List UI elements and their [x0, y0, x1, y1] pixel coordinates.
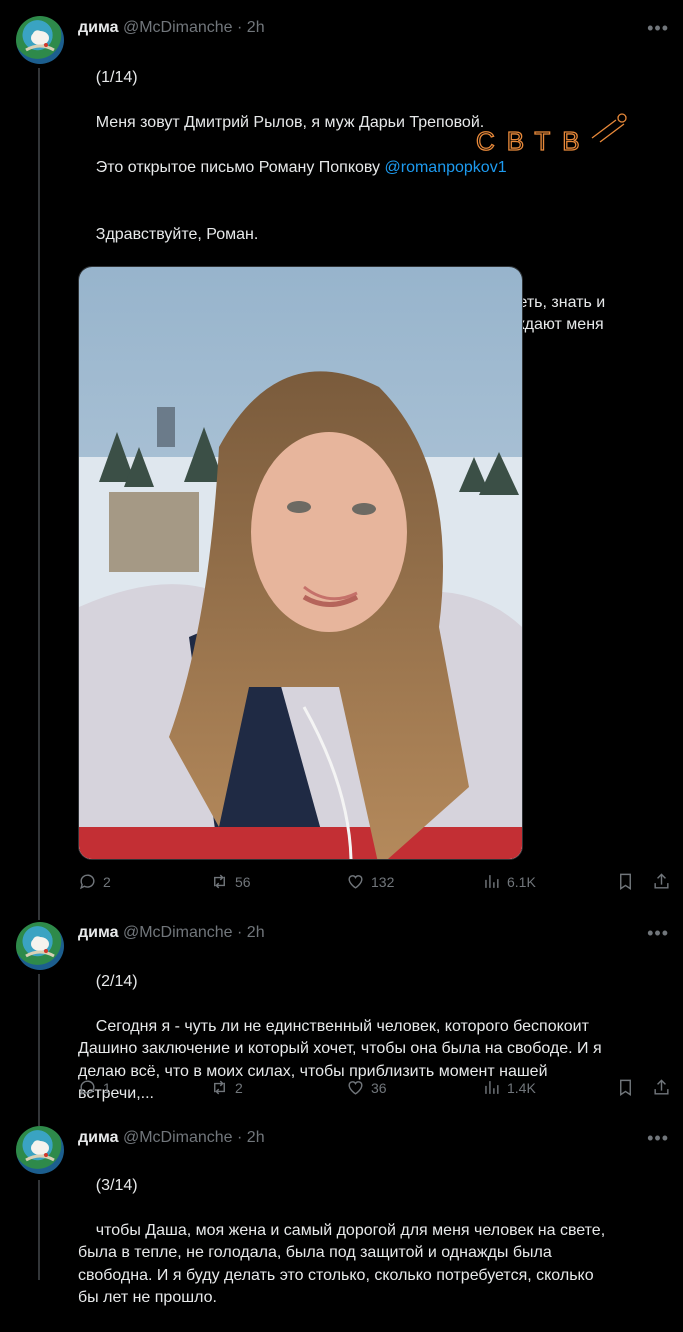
author-name[interactable]: дима	[78, 1129, 119, 1146]
more-options-icon[interactable]: •••	[647, 1128, 669, 1149]
share-button[interactable]	[652, 1078, 671, 1097]
tweet-photo[interactable]	[78, 266, 523, 860]
heart-icon	[348, 1081, 363, 1095]
author-handle[interactable]: @McDimanche	[123, 19, 233, 36]
separator: ·	[232, 1129, 247, 1146]
bookmark-icon	[620, 1079, 631, 1096]
views-icon	[485, 875, 499, 888]
reply-icon	[80, 1080, 95, 1096]
retweet-button[interactable]: 56	[210, 872, 251, 891]
thread-counter: (3/14)	[95, 1176, 138, 1194]
bookmark-button[interactable]	[616, 872, 635, 891]
more-options-icon[interactable]: •••	[647, 18, 669, 39]
views-button[interactable]: 6.1K	[482, 872, 536, 891]
reply-button[interactable]: 2	[78, 872, 111, 891]
retweet-button[interactable]: 2	[210, 1078, 243, 1097]
like-count: 36	[371, 1079, 387, 1096]
mention-link[interactable]: @romanpopkov1	[385, 159, 507, 176]
tweet-actions: 2 56 132 6.1K	[78, 872, 670, 896]
retweet-count: 2	[235, 1079, 243, 1096]
like-count: 132	[371, 873, 395, 890]
share-button[interactable]	[652, 872, 671, 891]
tweet-text: (3/14) чтобы Даша, моя жена и самый доро…	[78, 1152, 668, 1332]
retweet-icon	[214, 874, 225, 889]
retweet-count: 56	[235, 873, 251, 890]
tweet-line: Это открытое письмо Роману Попкову	[95, 158, 385, 176]
heart-icon	[348, 875, 363, 889]
like-button[interactable]: 36	[346, 1078, 387, 1097]
author-handle[interactable]: @McDimanche	[123, 1129, 233, 1146]
tweet-1[interactable]: дима @McDimanche · 2h ••• (1/14) Меня зо…	[0, 0, 683, 920]
avatar[interactable]	[16, 16, 64, 64]
avatar[interactable]	[16, 922, 64, 970]
tweet-header: дима @McDimanche · 2h	[78, 19, 265, 37]
avatar[interactable]	[16, 1126, 64, 1174]
svtv-watermark-logo: СВТВ	[474, 108, 634, 158]
reply-button[interactable]: 1	[78, 1078, 111, 1097]
timestamp[interactable]: 2h	[247, 924, 265, 941]
views-count: 6.1K	[507, 873, 536, 890]
reply-count: 2	[103, 873, 111, 890]
thread-counter: (2/14)	[95, 972, 138, 990]
greeting-text: Здравствуйте, Роман.	[95, 226, 259, 243]
bookmark-icon	[620, 873, 631, 890]
timestamp[interactable]: 2h	[247, 19, 265, 36]
more-options-icon[interactable]: •••	[647, 923, 669, 944]
svg-text:СВТВ: СВТВ	[476, 126, 592, 156]
views-button[interactable]: 1.4K	[482, 1078, 536, 1097]
author-name[interactable]: дима	[78, 19, 119, 36]
separator: ·	[232, 924, 247, 941]
tweet-actions: 1 2 36 1.4K	[78, 1078, 670, 1102]
views-count: 1.4K	[507, 1079, 536, 1096]
author-handle[interactable]: @McDimanche	[123, 924, 233, 941]
tweet-line: Меня зовут Дмитрий Рылов, я муж Дарьи Тр…	[95, 113, 485, 131]
like-button[interactable]: 132	[346, 872, 394, 891]
reply-count: 1	[103, 1079, 111, 1096]
tweet-header: дима @McDimanche · 2h	[78, 1129, 265, 1147]
tweet-paragraph: чтобы Даша, моя жена и самый дорогой для…	[78, 1221, 606, 1307]
tweet-2[interactable]: дима @McDimanche · 2h ••• (2/14) Сегодня…	[0, 920, 683, 1126]
author-name[interactable]: дима	[78, 924, 119, 941]
bookmark-button[interactable]	[616, 1078, 635, 1097]
thread-counter: (1/14)	[95, 68, 138, 86]
share-icon	[654, 1079, 669, 1095]
timestamp[interactable]: 2h	[247, 1129, 265, 1146]
retweet-icon	[214, 1080, 225, 1095]
reply-icon	[80, 874, 95, 890]
share-icon	[654, 873, 669, 889]
separator: ·	[232, 19, 247, 36]
views-icon	[485, 1081, 499, 1094]
tweet-header: дима @McDimanche · 2h	[78, 924, 265, 942]
tweet-3[interactable]: дима @McDimanche · 2h ••• (3/14) чтобы Д…	[0, 1126, 683, 1306]
